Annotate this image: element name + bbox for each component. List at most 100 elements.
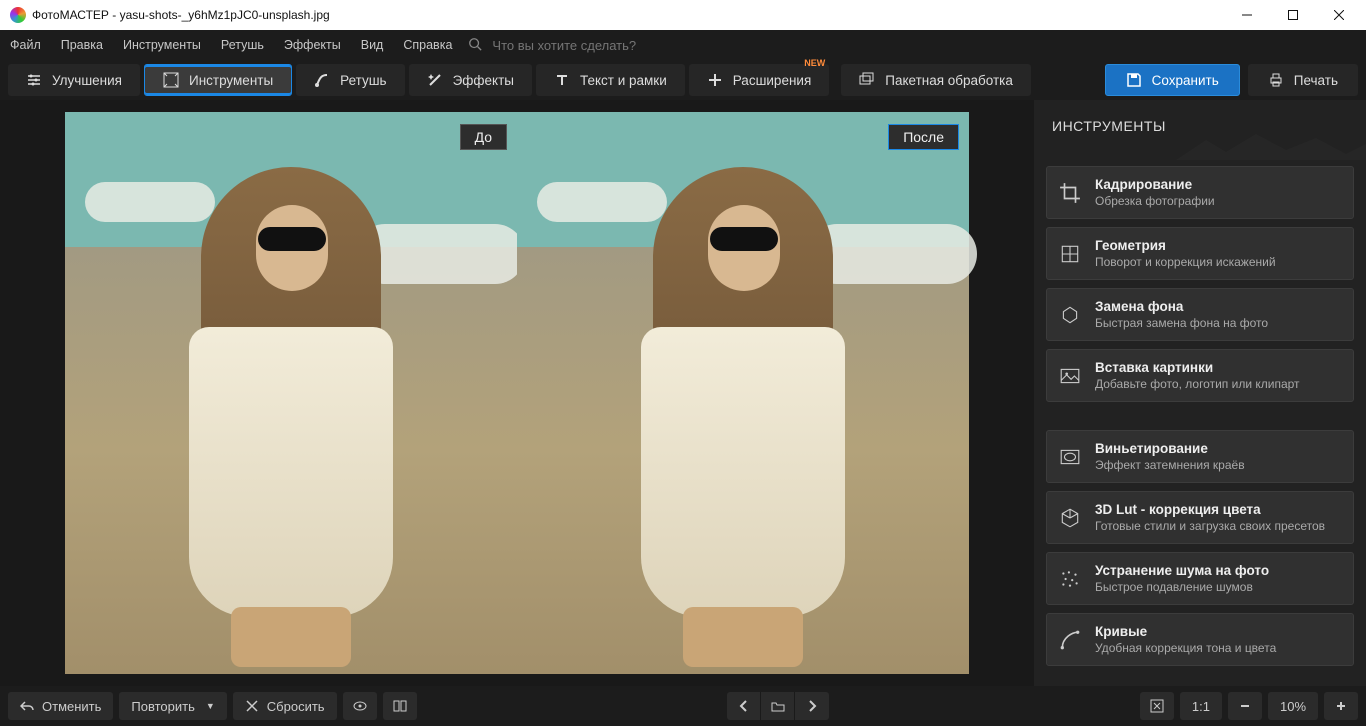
minimize-button[interactable]	[1224, 0, 1270, 30]
tool-title: 3D Lut - коррекция цвета	[1095, 502, 1325, 517]
window-title: ФотоМАСТЕР - yasu-shots-_y6hMz1pJC0-unsp…	[32, 8, 1224, 22]
background-icon	[1059, 304, 1081, 326]
save-label: Сохранить	[1152, 73, 1219, 88]
tab-effects-label: Эффекты	[453, 73, 514, 88]
curves-icon	[1059, 629, 1081, 651]
panel-title: ИНСТРУМЕНТЫ	[1052, 118, 1166, 134]
before-image-box: До	[65, 112, 517, 674]
tool-title: Вставка картинки	[1095, 360, 1300, 375]
maximize-button[interactable]	[1270, 0, 1316, 30]
vignette-icon	[1059, 446, 1081, 468]
after-label: После	[888, 124, 959, 150]
redo-button[interactable]: Повторить ▼	[119, 692, 226, 720]
open-folder-button[interactable]	[761, 692, 795, 720]
search-icon	[468, 37, 482, 54]
menu-edit[interactable]: Правка	[51, 30, 113, 60]
tool-title: Кривые	[1095, 624, 1276, 639]
canvas[interactable]: До После	[0, 100, 1034, 686]
main: До После ИНСТРУМЕНТЫ Кадрирование Обрезка…	[0, 100, 1366, 686]
tool-sub: Обрезка фотографии	[1095, 194, 1215, 208]
after-image	[517, 112, 969, 674]
batch-button[interactable]: Пакетная обработка	[841, 64, 1031, 96]
before-image	[65, 112, 517, 674]
tab-extensions[interactable]: NEW Расширения	[689, 64, 830, 96]
menu-view[interactable]: Вид	[351, 30, 394, 60]
fit-label: 1:1	[1192, 699, 1210, 714]
tab-text[interactable]: Текст и рамки	[536, 64, 685, 96]
new-badge: NEW	[804, 58, 825, 68]
next-file-button[interactable]	[795, 692, 829, 720]
menu-file[interactable]: Файл	[0, 30, 51, 60]
tab-enhance-label: Улучшения	[52, 73, 122, 88]
zoom-level[interactable]: 10%	[1268, 692, 1318, 720]
app-logo	[10, 7, 26, 23]
file-nav-group	[727, 692, 829, 720]
zoom-in-button[interactable]	[1324, 692, 1358, 720]
tab-text-label: Текст и рамки	[580, 73, 667, 88]
tool-title: Кадрирование	[1095, 177, 1215, 192]
print-button[interactable]: Печать	[1248, 64, 1358, 96]
tool-sub: Добавьте фото, логотип или клипарт	[1095, 377, 1300, 391]
tools-list: Кадрирование Обрезка фотографии Геометрия…	[1034, 156, 1366, 676]
reset-label: Сбросить	[267, 699, 325, 714]
view-toggle-button[interactable]	[343, 692, 377, 720]
tab-effects[interactable]: Эффекты	[409, 64, 532, 96]
bottom-bar: Отменить Повторить ▼ Сбросить 1:1 10%	[0, 686, 1366, 726]
tool-sub: Быстрое подавление шумов	[1095, 580, 1269, 594]
mountain-decoration	[1176, 130, 1366, 160]
tool-denoise[interactable]: Устранение шума на фото Быстрое подавлени…	[1046, 552, 1354, 605]
tool-title: Геометрия	[1095, 238, 1276, 253]
tab-enhance[interactable]: Улучшения	[8, 64, 140, 96]
tool-sub: Готовые стили и загрузка своих пресетов	[1095, 519, 1325, 533]
tool-title: Устранение шума на фото	[1095, 563, 1269, 578]
redo-label: Повторить	[131, 699, 194, 714]
tab-tools[interactable]: Инструменты	[144, 64, 292, 96]
menu-retouch[interactable]: Ретушь	[211, 30, 274, 60]
undo-label: Отменить	[42, 699, 101, 714]
menubar: Файл Правка Инструменты Ретушь Эффекты В…	[0, 30, 1366, 60]
zoom-out-button[interactable]	[1228, 692, 1262, 720]
tool-crop[interactable]: Кадрирование Обрезка фотографии	[1046, 166, 1354, 219]
before-label: До	[460, 124, 507, 150]
menu-effects[interactable]: Эффекты	[274, 30, 351, 60]
compare-button[interactable]	[383, 692, 417, 720]
noise-icon	[1059, 568, 1081, 590]
tool-geometry[interactable]: Геометрия Поворот и коррекция искажений	[1046, 227, 1354, 280]
tool-insert-image[interactable]: Вставка картинки Добавьте фото, логотип и…	[1046, 349, 1354, 402]
tab-extensions-label: Расширения	[733, 73, 812, 88]
tool-background[interactable]: Замена фона Быстрая замена фона на фото	[1046, 288, 1354, 341]
tab-retouch[interactable]: Ретушь	[296, 64, 404, 96]
tab-retouch-label: Ретушь	[340, 73, 386, 88]
image-icon	[1059, 365, 1081, 387]
tool-3dlut[interactable]: 3D Lut - коррекция цвета Готовые стили и …	[1046, 491, 1354, 544]
tool-title: Замена фона	[1095, 299, 1268, 314]
cube-icon	[1059, 507, 1081, 529]
tool-sub: Эффект затемнения краёв	[1095, 458, 1245, 472]
tab-tools-label: Инструменты	[189, 73, 273, 88]
actual-size-button[interactable]: 1:1	[1180, 692, 1222, 720]
panel-header: ИНСТРУМЕНТЫ	[1034, 100, 1366, 156]
batch-label: Пакетная обработка	[885, 73, 1013, 88]
close-button[interactable]	[1316, 0, 1362, 30]
tool-curves[interactable]: Кривые Удобная коррекция тона и цвета	[1046, 613, 1354, 666]
tool-sub: Быстрая замена фона на фото	[1095, 316, 1268, 330]
undo-button[interactable]: Отменить	[8, 692, 113, 720]
reset-button[interactable]: Сбросить	[233, 692, 337, 720]
prev-file-button[interactable]	[727, 692, 761, 720]
menu-tools[interactable]: Инструменты	[113, 30, 211, 60]
fit-screen-button[interactable]	[1140, 692, 1174, 720]
crop-icon	[1059, 182, 1081, 204]
geometry-icon	[1059, 243, 1081, 265]
save-button[interactable]: Сохранить	[1105, 64, 1240, 96]
tool-sub: Поворот и коррекция искажений	[1095, 255, 1276, 269]
search-input[interactable]	[490, 37, 690, 54]
tool-sub: Удобная коррекция тона и цвета	[1095, 641, 1276, 655]
right-panel: ИНСТРУМЕНТЫ Кадрирование Обрезка фотограф…	[1034, 100, 1366, 686]
after-image-box: После	[517, 112, 969, 674]
chevron-down-icon: ▼	[206, 701, 215, 711]
zoom-value: 10%	[1280, 699, 1306, 714]
toolbar: Улучшения Инструменты Ретушь Эффекты Тек…	[0, 60, 1366, 100]
menu-help[interactable]: Справка	[393, 30, 462, 60]
tool-title: Виньетирование	[1095, 441, 1245, 456]
tool-vignette[interactable]: Виньетирование Эффект затемнения краёв	[1046, 430, 1354, 483]
